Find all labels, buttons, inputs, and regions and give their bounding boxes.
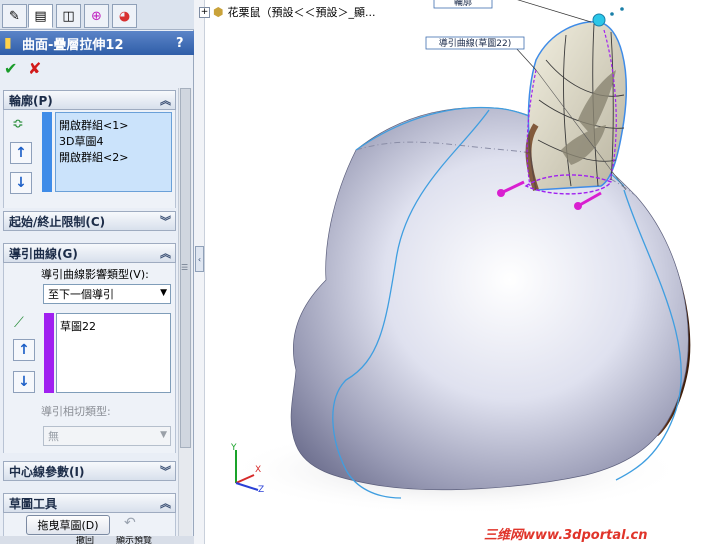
- chevron-down-icon: ▼: [160, 288, 167, 298]
- collapse-icon: ︽: [160, 247, 171, 260]
- bottom-tab-undo[interactable]: 撤回: [76, 536, 94, 544]
- move-down-button[interactable]: ↓: [10, 172, 32, 194]
- guide-color-strip: [44, 313, 54, 393]
- panel-scrollbar[interactable]: ☰: [178, 88, 192, 538]
- sketch-tools-section-body: 拖曳草圖(D) ↶: [3, 513, 176, 536]
- expand-icon: ︾: [160, 465, 171, 478]
- guide-listbox[interactable]: 草圖22: [56, 313, 171, 393]
- guide-section-header[interactable]: 導引曲線(G) ︽: [3, 243, 176, 263]
- chipmunk-body-surface: [290, 107, 689, 491]
- centerline-section-header[interactable]: 中心線參數(I) ︾: [3, 461, 176, 481]
- guide-move-up-button[interactable]: ↑: [13, 339, 35, 361]
- configuration-manager-icon: ◫: [62, 8, 75, 24]
- guide-callout-text: 導引曲線(草圖22): [439, 37, 511, 49]
- feature-manager-tab[interactable]: ✎: [2, 4, 27, 28]
- chevron-left-icon: ‹: [197, 254, 202, 264]
- loft-feature-icon: ▮: [4, 35, 12, 51]
- handle-dot: [610, 12, 614, 16]
- profile-callout-text: 輪廓: [454, 0, 472, 8]
- influence-type-label: 導引曲線影響類型(V):: [41, 268, 149, 281]
- constraints-section-title: 起始/終止限制(C): [9, 214, 106, 229]
- triad-z-label: Z: [258, 485, 264, 495]
- dimxpert-icon: ⊕: [91, 8, 102, 24]
- arrow-down-icon: ↓: [18, 374, 30, 390]
- guide-section-title: 導引曲線(G): [9, 246, 78, 261]
- model-view[interactable]: 輪廓 導引曲線(草圖22) Y X Z: [206, 0, 707, 544]
- feature-title-bar: ▮ 曲面-疊層拉伸12 ?: [0, 31, 194, 55]
- list-item[interactable]: 開啟群組<1>: [59, 117, 128, 133]
- manager-tabs: ✎ ▤ ◫ ⊕ ◕: [0, 0, 194, 30]
- tangency-type-select[interactable]: 無 ▼: [43, 426, 171, 446]
- influence-type-select[interactable]: 至下一個導引 ▼: [43, 284, 171, 304]
- arrow-up-icon: ↑: [18, 342, 30, 358]
- collapse-icon: ︽: [160, 497, 171, 510]
- feature-tree-flyout[interactable]: + ⬢ 花栗鼠（預設＜＜預設＞_顯...: [199, 4, 375, 20]
- handle-dot: [620, 7, 624, 11]
- profile-section-body: ≎ ↑ ↓ 開啟群組<1> 3D草圖4 開啟群組<2>: [3, 110, 176, 208]
- confirm-row: ✔ ✘: [0, 56, 194, 82]
- profile-section-header[interactable]: 輪廓(P) ︽: [3, 90, 176, 110]
- panel-splitter[interactable]: ‹: [194, 0, 205, 544]
- triad-x-label: X: [255, 465, 261, 475]
- profile-color-strip: [42, 112, 52, 192]
- undo-icon[interactable]: ↶: [124, 515, 136, 531]
- tangency-type-value: 無: [48, 430, 59, 443]
- display-manager-tab[interactable]: ◕: [112, 4, 137, 28]
- profile-selection-icon: ≎: [12, 116, 24, 132]
- list-item[interactable]: 草圖22: [60, 318, 96, 334]
- arrow-down-icon: ↓: [15, 175, 27, 191]
- guide-section-body: 導引曲線影響類型(V): 至下一個導引 ▼ ⟋ ↑ ↓ 草圖22 導引相切類型:…: [3, 263, 176, 453]
- profile-listbox[interactable]: 開啟群組<1> 3D草圖4 開啟群組<2>: [55, 112, 172, 192]
- cancel-button[interactable]: ✘: [28, 59, 41, 78]
- ok-button[interactable]: ✔: [4, 59, 17, 78]
- move-up-button[interactable]: ↑: [10, 142, 32, 164]
- display-manager-icon: ◕: [118, 8, 131, 24]
- connector-handle-point[interactable]: [497, 189, 505, 197]
- bottom-tab-preview[interactable]: 顯示預覽: [116, 536, 152, 544]
- connector-handle-point[interactable]: [574, 202, 582, 210]
- guide-move-down-button[interactable]: ↓: [13, 371, 35, 393]
- part-icon: ⬢: [213, 5, 224, 19]
- help-button[interactable]: ?: [176, 36, 194, 51]
- loft-start-handle[interactable]: [592, 13, 606, 27]
- property-manager-panel: ✎ ▤ ◫ ⊕ ◕ ▮ 曲面-疊層拉伸12 ? ✔ ✘ 輪廓(P) ︽ ≎ ↑ …: [0, 0, 194, 544]
- list-item[interactable]: 開啟群組<2>: [59, 149, 128, 165]
- part-name[interactable]: 花栗鼠（預設＜＜預設＞_顯...: [227, 4, 375, 20]
- chevron-down-icon: ▼: [160, 430, 167, 440]
- expand-button[interactable]: +: [199, 6, 210, 18]
- influence-type-value: 至下一個導引: [48, 288, 114, 301]
- profile-section-title: 輪廓(P): [9, 93, 53, 108]
- watermark: 三维网www.3dportal.cn: [484, 528, 648, 543]
- graphics-area[interactable]: 輪廓 導引曲線(草圖22) Y X Z: [206, 0, 707, 544]
- collapse-icon: ︽: [160, 94, 171, 107]
- dimxpert-tab[interactable]: ⊕: [84, 4, 109, 28]
- list-item[interactable]: 3D草圖4: [59, 133, 103, 149]
- arrow-up-icon: ↑: [15, 145, 27, 161]
- constraints-section-header[interactable]: 起始/終止限制(C) ︾: [3, 211, 176, 231]
- sketch-tools-section-title: 草圖工具: [9, 496, 58, 511]
- configuration-manager-tab[interactable]: ◫: [56, 4, 81, 28]
- property-manager-tab[interactable]: ▤: [28, 4, 53, 28]
- grip-icon: ☰: [181, 263, 189, 272]
- property-manager-icon: ▤: [34, 8, 47, 24]
- drag-sketch-button[interactable]: 拖曳草圖(D): [26, 515, 110, 535]
- centerline-section-title: 中心線參數(I): [9, 464, 85, 479]
- callout-leader: [515, 47, 537, 71]
- callout-leader: [517, 0, 592, 23]
- feature-title: 曲面-疊層拉伸12: [22, 37, 124, 53]
- feature-manager-icon: ✎: [9, 8, 20, 24]
- expand-icon: ︾: [160, 215, 171, 228]
- collapse-panel-handle[interactable]: ‹: [195, 246, 204, 272]
- tangency-type-label: 導引相切類型:: [41, 405, 111, 418]
- bottom-tabs: 撤回 顯示預覽: [0, 536, 194, 544]
- guide-curve-selection-icon: ⟋: [14, 315, 24, 331]
- sketch-tools-section-header[interactable]: 草圖工具 ︽: [3, 493, 176, 513]
- triad-y-label: Y: [230, 443, 237, 453]
